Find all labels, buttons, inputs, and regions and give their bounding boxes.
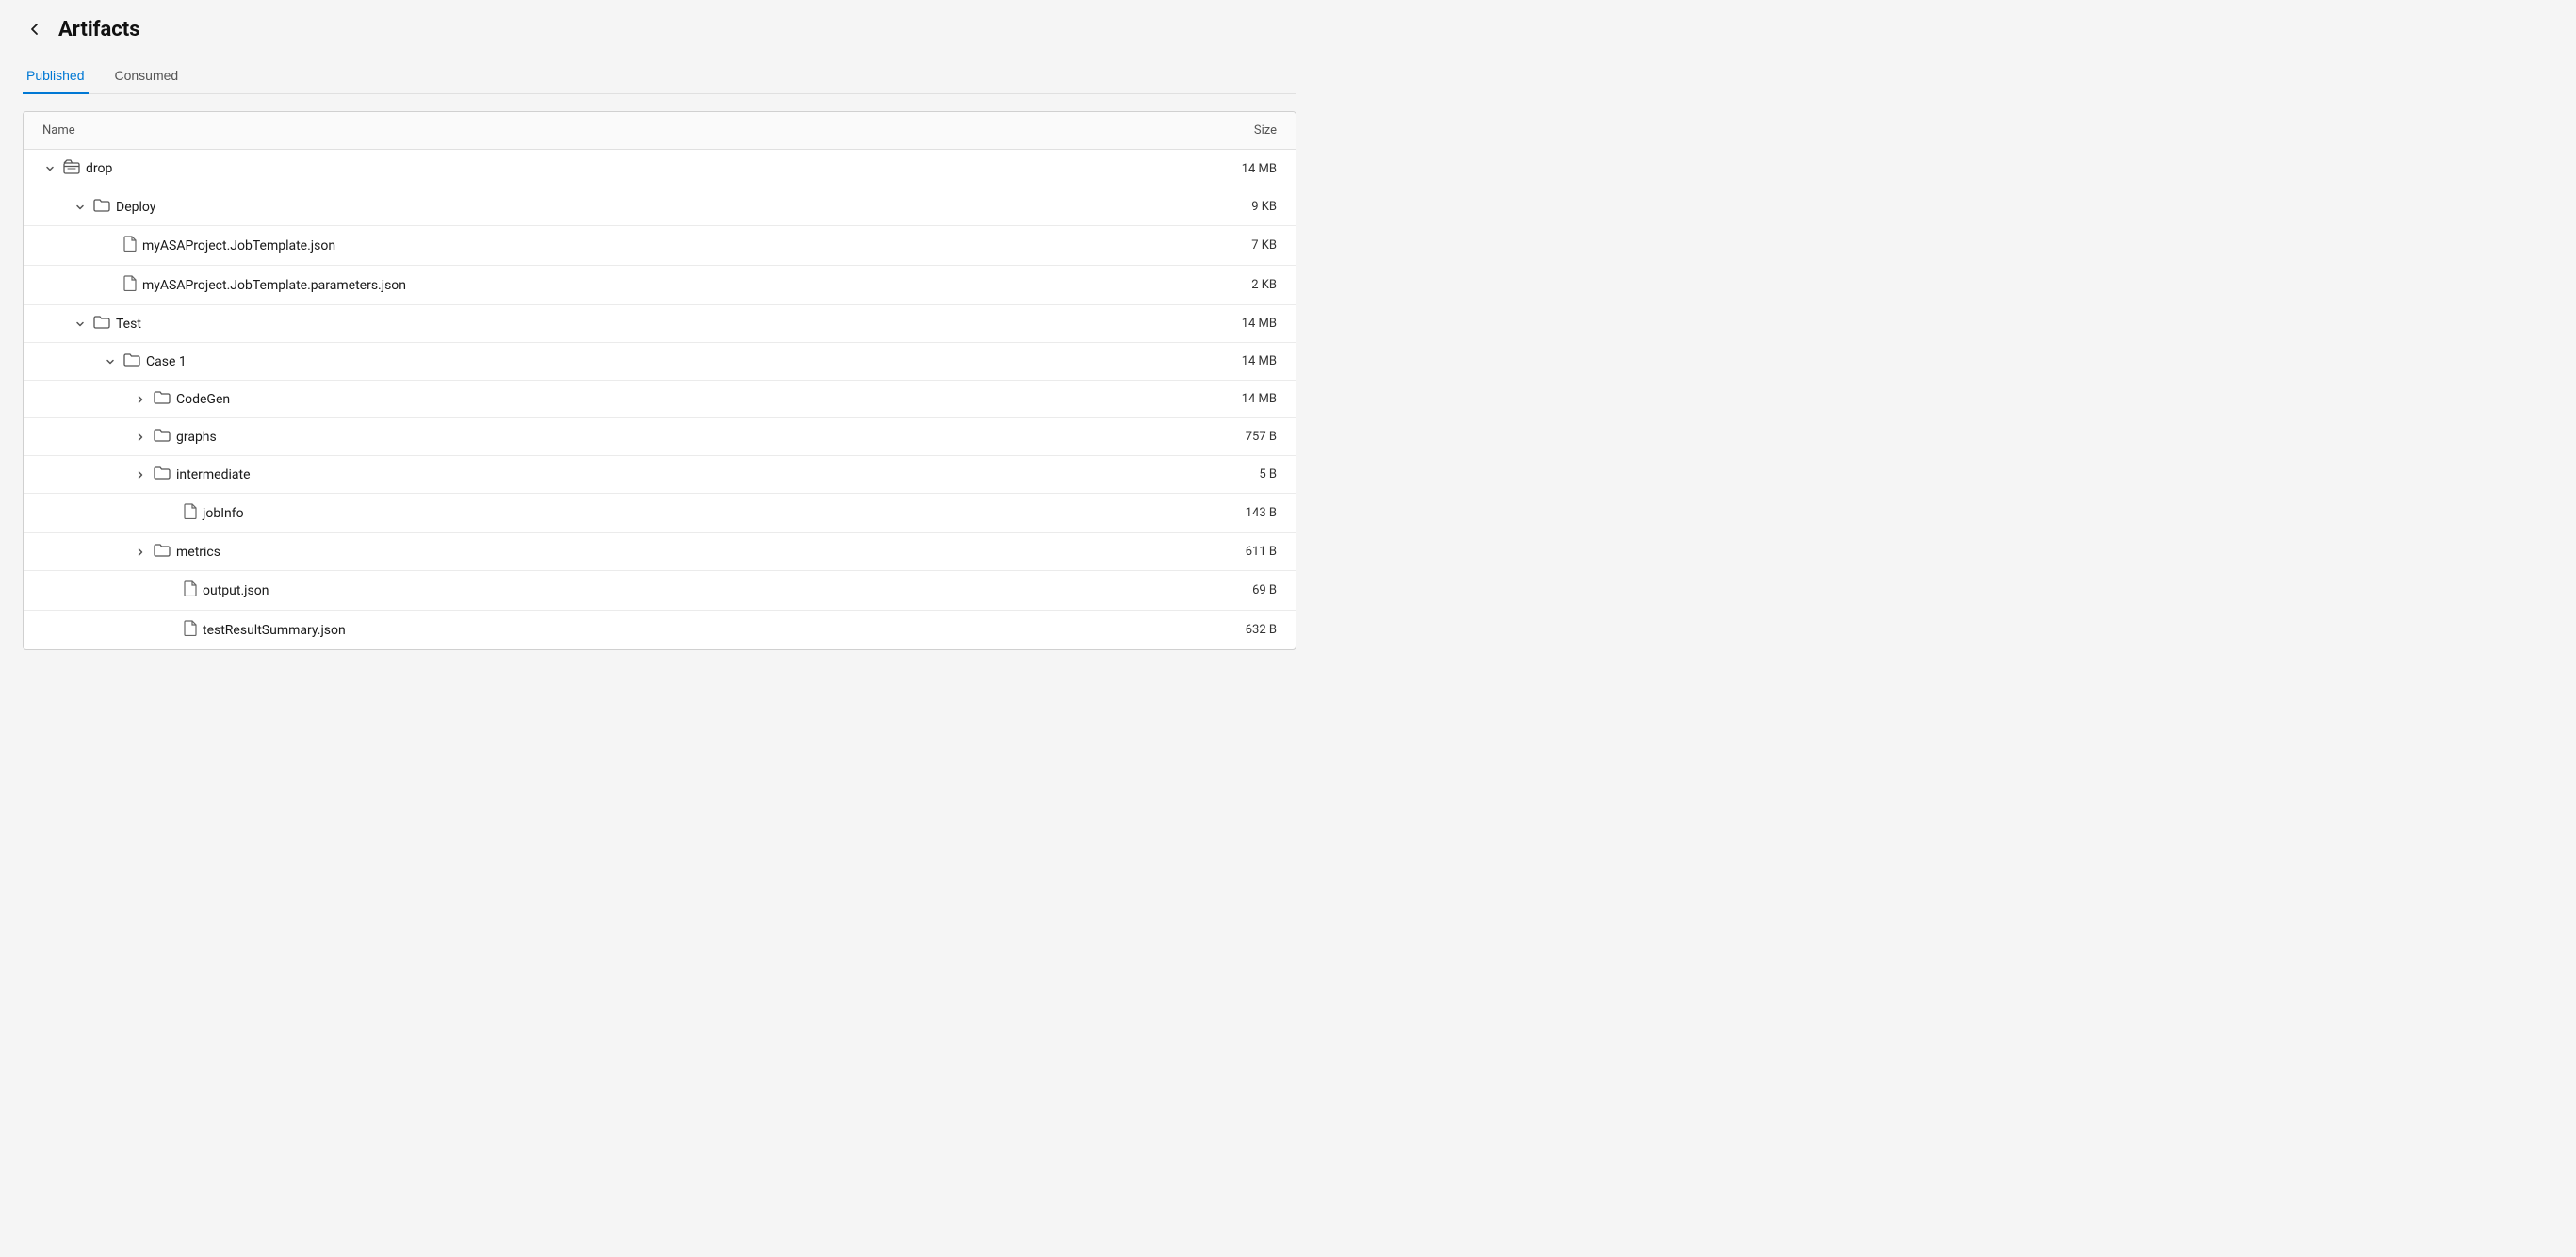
- chevron-down-icon[interactable]: [42, 161, 57, 176]
- folder-icon: [93, 198, 110, 216]
- table-row: testResultSummary.json 632 B: [24, 611, 1296, 649]
- chevron-right-icon[interactable]: [133, 430, 148, 445]
- item-name: myASAProject.JobTemplate.parameters.json: [142, 278, 406, 293]
- chevron-right-icon[interactable]: [133, 467, 148, 482]
- chevron-right-icon[interactable]: [133, 392, 148, 407]
- item-size: 9 KB: [1201, 200, 1277, 214]
- table-row: Test 14 MB: [24, 305, 1296, 343]
- item-name: output.json: [203, 583, 269, 598]
- item-name: intermediate: [176, 467, 251, 482]
- table-row: myASAProject.JobTemplate.json 7 KB: [24, 226, 1296, 266]
- file-icon: [184, 620, 197, 640]
- chevron-down-icon[interactable]: [103, 354, 118, 369]
- table-row: intermediate 5 B: [24, 456, 1296, 494]
- table-row: Deploy 9 KB: [24, 188, 1296, 226]
- tree-body: drop 14 MB Deploy 9 KB myASAProject.JobTem…: [24, 150, 1296, 649]
- item-name: Deploy: [116, 200, 155, 215]
- file-icon: [123, 275, 137, 295]
- file-icon: [184, 503, 197, 523]
- item-name: myASAProject.JobTemplate.json: [142, 238, 335, 253]
- item-name: drop: [86, 161, 112, 176]
- file-icon: [123, 236, 137, 255]
- item-size: 14 MB: [1201, 354, 1277, 368]
- tab-published[interactable]: Published: [23, 58, 89, 94]
- item-name: CodeGen: [176, 392, 230, 407]
- item-name: metrics: [176, 545, 220, 560]
- item-size: 143 B: [1201, 506, 1277, 520]
- file-icon: [184, 580, 197, 600]
- page-header: Artifacts: [23, 17, 1296, 41]
- item-name: jobInfo: [203, 506, 244, 521]
- item-size: 14 MB: [1201, 392, 1277, 406]
- artifacts-table: Name Size drop 14 MB Deploy 9 KB myASAProj…: [23, 111, 1296, 650]
- artifact-store-icon: [63, 159, 80, 178]
- item-size: 632 B: [1201, 623, 1277, 637]
- folder-icon: [154, 465, 171, 483]
- tab-consumed[interactable]: Consumed: [111, 58, 183, 94]
- table-row: graphs 757 B: [24, 418, 1296, 456]
- folder-icon: [123, 352, 140, 370]
- chevron-down-icon[interactable]: [73, 200, 88, 215]
- chevron-down-icon[interactable]: [73, 317, 88, 332]
- item-name: graphs: [176, 430, 217, 445]
- table-row: Case 1 14 MB: [24, 343, 1296, 381]
- table-row: myASAProject.JobTemplate.parameters.json…: [24, 266, 1296, 305]
- item-size: 69 B: [1201, 583, 1277, 597]
- folder-icon: [93, 315, 110, 333]
- folder-icon: [154, 390, 171, 408]
- folder-icon: [154, 428, 171, 446]
- item-name: Test: [116, 317, 141, 332]
- col-size-header: Size: [1201, 123, 1277, 138]
- table-row: metrics 611 B: [24, 533, 1296, 571]
- item-size: 5 B: [1201, 467, 1277, 482]
- table-row: CodeGen 14 MB: [24, 381, 1296, 418]
- chevron-right-icon[interactable]: [133, 545, 148, 560]
- table-row: jobInfo 143 B: [24, 494, 1296, 533]
- item-size: 14 MB: [1201, 317, 1277, 331]
- item-size: 2 KB: [1201, 278, 1277, 292]
- item-size: 611 B: [1201, 545, 1277, 559]
- back-button[interactable]: [23, 17, 47, 41]
- item-size: 7 KB: [1201, 238, 1277, 253]
- item-name: testResultSummary.json: [203, 623, 346, 638]
- folder-icon: [154, 543, 171, 561]
- table-header: Name Size: [24, 112, 1296, 150]
- page-title: Artifacts: [58, 18, 140, 41]
- tabs-container: Published Consumed: [23, 58, 1296, 94]
- table-row: drop 14 MB: [24, 150, 1296, 188]
- item-name: Case 1: [146, 354, 187, 369]
- item-size: 757 B: [1201, 430, 1277, 444]
- col-name-header: Name: [42, 123, 75, 138]
- table-row: output.json 69 B: [24, 571, 1296, 611]
- item-size: 14 MB: [1201, 162, 1277, 176]
